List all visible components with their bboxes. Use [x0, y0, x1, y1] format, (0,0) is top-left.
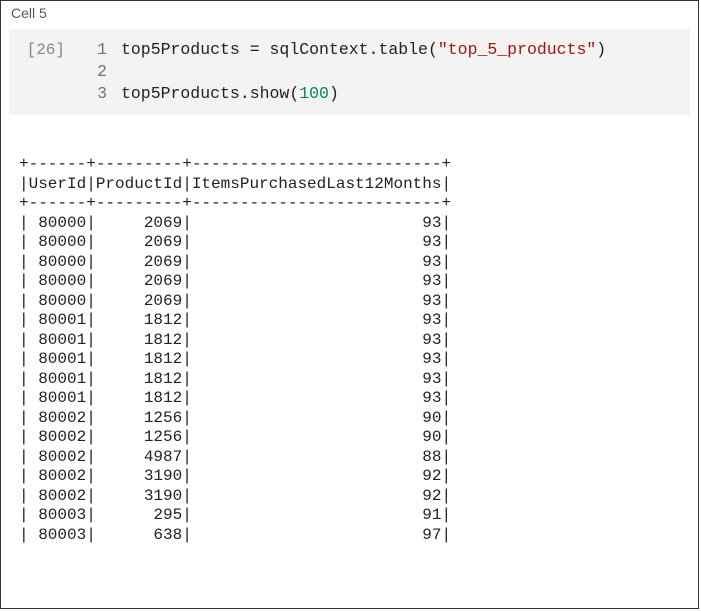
code-token-string: "top_5_products" — [438, 40, 596, 59]
code-token: top5Products = sqlContext.table( — [121, 40, 438, 59]
code-editor[interactable]: [26] 1 2 3 top5Products = sqlContext.tab… — [9, 29, 690, 115]
code-token-number: 100 — [299, 84, 329, 103]
execution-count: [26] — [9, 39, 73, 105]
line-number: 1 — [73, 39, 107, 61]
cell-output: +------+---------+----------------------… — [1, 115, 698, 608]
code-token: ) — [596, 40, 606, 59]
code-text[interactable]: top5Products = sqlContext.table("top_5_p… — [121, 39, 690, 105]
code-token: ) — [329, 84, 339, 103]
line-number: 2 — [73, 61, 107, 83]
notebook-cell-container: Cell 5 [26] 1 2 3 top5Products = sqlCont… — [0, 0, 699, 609]
line-number-gutter: 1 2 3 — [73, 39, 121, 105]
line-number: 3 — [73, 83, 107, 105]
cell-title: Cell 5 — [1, 1, 698, 23]
output-table: +------+---------+----------------------… — [19, 155, 690, 545]
code-token: top5Products.show( — [121, 84, 299, 103]
